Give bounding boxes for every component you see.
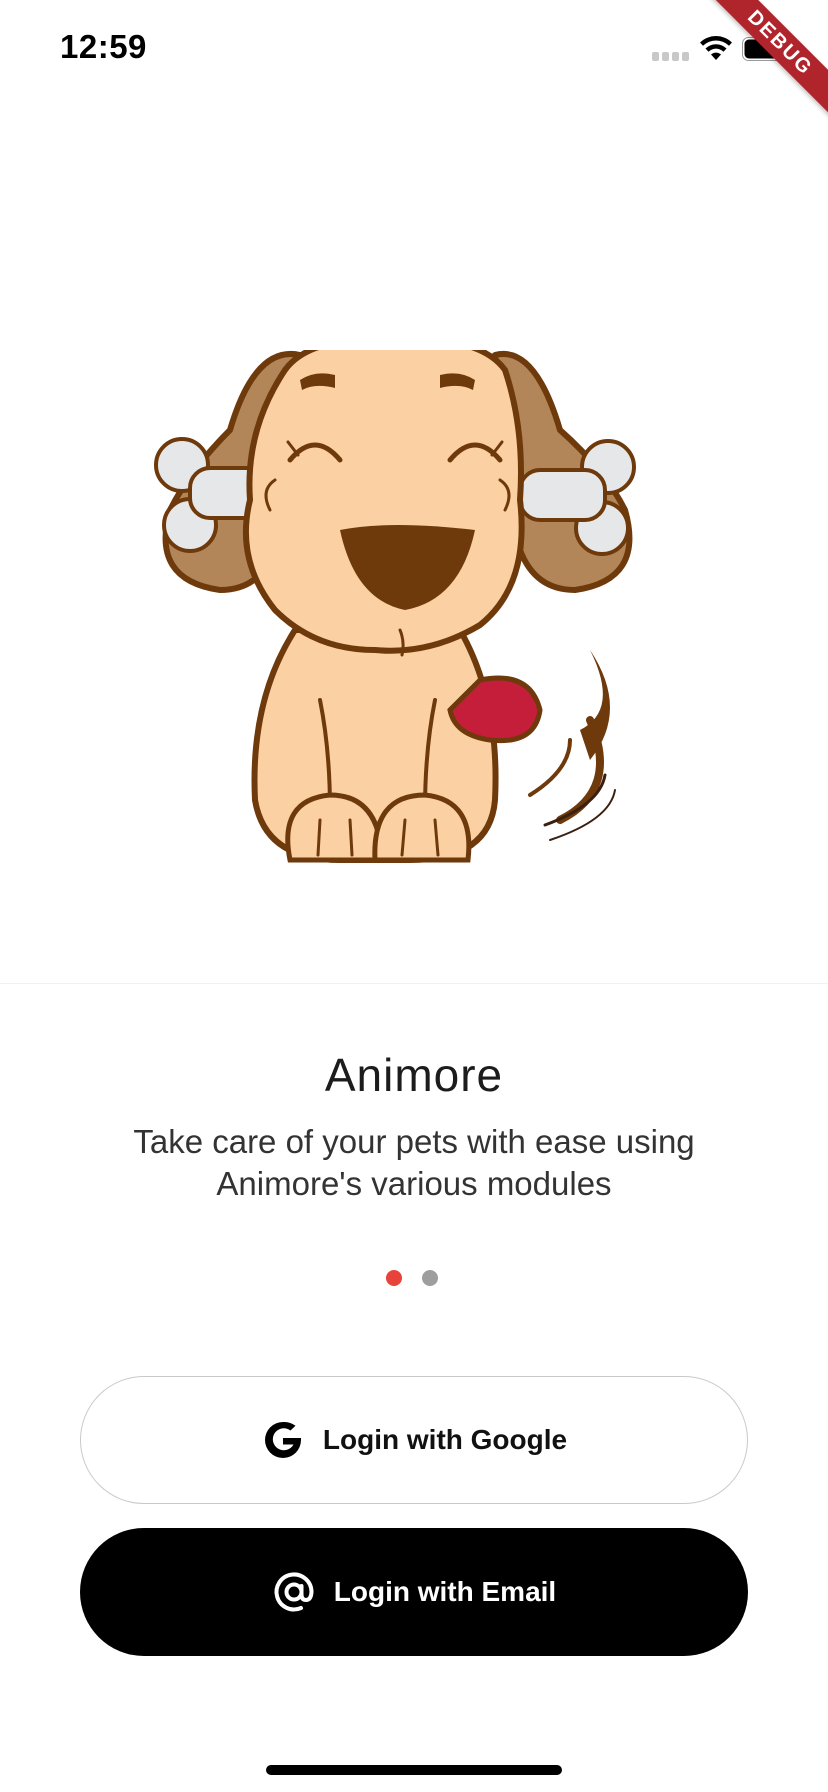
- cellular-signal-icon: [652, 52, 689, 61]
- section-divider: [0, 983, 828, 984]
- login-email-label: Login with Email: [333, 1576, 557, 1607]
- page-dot-inactive[interactable]: [422, 1270, 438, 1286]
- status-time: 12:59: [60, 28, 147, 65]
- at-sign-icon: [274, 1572, 314, 1612]
- home-indicator[interactable]: [266, 1765, 562, 1775]
- page-dot-active[interactable]: [386, 1270, 402, 1286]
- wifi-icon: [700, 36, 732, 60]
- google-g-icon: [264, 1421, 301, 1458]
- page-subtitle: Take care of your pets with ease using A…: [133, 1123, 695, 1202]
- login-email-button[interactable]: Login with Email: [80, 1528, 748, 1656]
- status-bar: 12:59: [0, 0, 828, 100]
- dog-mascot-illustration: [154, 350, 636, 863]
- login-google-button[interactable]: Login with Google: [80, 1376, 748, 1504]
- page-indicator: [386, 1270, 438, 1286]
- login-google-label: Login with Google: [322, 1424, 568, 1455]
- page-title: Animore: [324, 1049, 504, 1101]
